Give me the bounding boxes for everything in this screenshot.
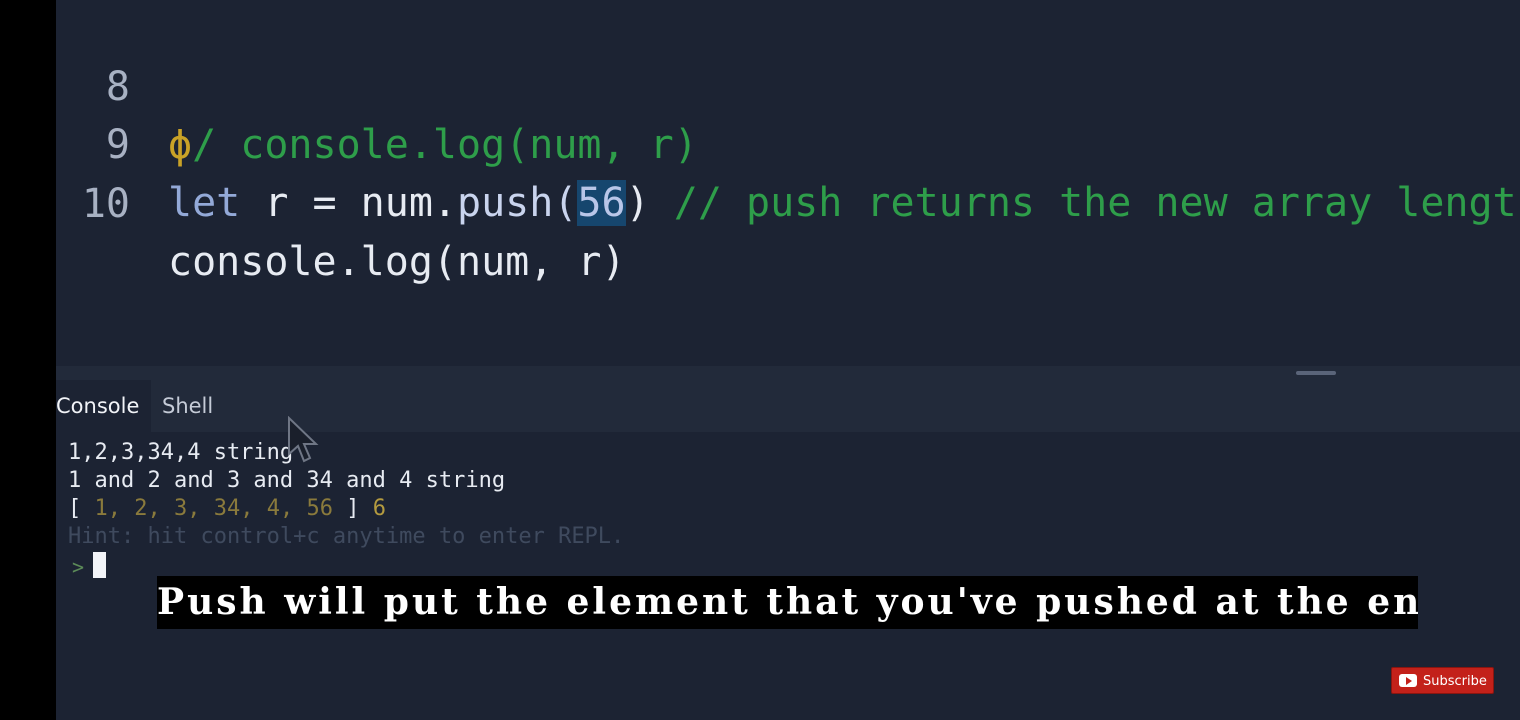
array-item: 34 <box>213 496 241 521</box>
tab-shell[interactable]: Shell <box>162 380 213 432</box>
video-caption: Push will put the element that you've pu… <box>157 576 1418 629</box>
code-editor[interactable]: 8 ϕ/ console.log(num, r) 9 let r = num.p… <box>56 0 1520 366</box>
prompt-chevron-icon: > <box>72 555 85 579</box>
repl-hint: Hint: hit control+c anytime to enter REP… <box>68 524 625 549</box>
code-line-9[interactable]: 9 let r = num.push(56) // push returns t… <box>56 58 1520 226</box>
keyword-let: let <box>168 180 241 226</box>
array-open-bracket: [ <box>68 496 95 521</box>
edit-marker: ϕ <box>168 122 193 168</box>
push-result: 6 <box>372 496 386 521</box>
left-black-border <box>0 0 56 720</box>
code-text: console.log(num, r) <box>168 239 626 285</box>
code-line-10[interactable]: 10 console.log(num, r) <box>56 117 626 285</box>
code-text: r = num. <box>240 180 457 226</box>
code-line-8[interactable]: 8 ϕ/ console.log(num, r) <box>56 0 698 168</box>
youtube-play-icon <box>1399 674 1417 687</box>
console-array-line: [ 1, 2, 3, 34, 4, 56 ] 6 <box>68 496 386 521</box>
code-comment: / console.log(num, r) <box>192 122 698 168</box>
array-item: 1 <box>94 496 108 521</box>
subscribe-button[interactable]: Subscribe <box>1391 667 1494 694</box>
code-comment: // push returns the new array length <box>649 180 1520 226</box>
array-item: 56 <box>306 496 334 521</box>
console-line: 1 and 2 and 3 and 34 and 4 string <box>68 468 506 493</box>
array-item: 3 <box>174 496 188 521</box>
subscribe-label: Subscribe <box>1423 674 1487 689</box>
tab-console[interactable]: Console <box>56 380 152 432</box>
selected-number: 56 <box>577 180 626 226</box>
array-item: 4 <box>266 496 280 521</box>
array-close-bracket: ] <box>333 496 360 521</box>
text-cursor[interactable] <box>93 552 106 578</box>
mouse-pointer-icon <box>288 416 319 463</box>
console-line: 1,2,3,34,4 string <box>68 440 294 465</box>
array-item: 2 <box>134 496 148 521</box>
line-number: 10 <box>81 181 130 227</box>
console-tab-bar: Console Shell <box>56 366 1520 432</box>
method-push: push( <box>457 180 578 226</box>
pane-resize-handle[interactable] <box>1296 371 1336 375</box>
code-text: ) <box>625 180 650 226</box>
